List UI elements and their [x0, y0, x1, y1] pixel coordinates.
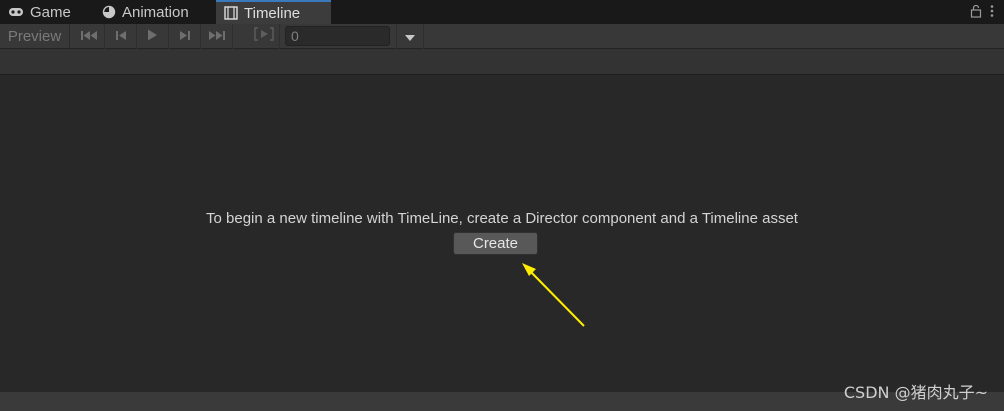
create-button[interactable]: Create	[453, 232, 538, 255]
annotation-arrow-icon	[522, 263, 585, 327]
chevron-down-icon	[405, 28, 415, 46]
tab-animation-label: Animation	[122, 3, 189, 21]
timeline-header-bar	[0, 49, 1004, 75]
timeline-toolbar: Preview 0	[0, 24, 1004, 49]
step-forward-icon	[179, 28, 191, 46]
kebab-menu-icon[interactable]	[990, 4, 994, 23]
tab-timeline-label: Timeline	[244, 4, 301, 22]
tab-game-label: Game	[30, 3, 71, 21]
watermark-text: CSDN @猪肉丸子~	[843, 383, 988, 402]
timeline-options-dropdown[interactable]	[396, 24, 424, 49]
lock-icon[interactable]	[970, 4, 982, 23]
previous-frame-button[interactable]	[105, 24, 137, 49]
step-back-icon	[115, 28, 127, 46]
play-range-button[interactable]	[248, 24, 280, 49]
tab-bar: Game Animation Timeline	[0, 0, 1004, 24]
gamepad-icon	[8, 6, 24, 18]
skip-to-end-icon	[208, 28, 226, 46]
play-button[interactable]	[137, 24, 169, 49]
tab-animation[interactable]: Animation	[88, 0, 216, 24]
tab-bar-controls	[970, 4, 994, 23]
tab-game[interactable]: Game	[0, 0, 88, 24]
timeline-content-area: To begin a new timeline with TimeLine, c…	[0, 75, 1004, 392]
play-icon	[147, 28, 158, 46]
empty-timeline-message: To begin a new timeline with TimeLine, c…	[206, 210, 798, 227]
skip-to-start-icon	[80, 28, 98, 46]
play-range-icon	[253, 27, 274, 46]
film-icon	[224, 6, 238, 20]
current-frame-field[interactable]: 0	[285, 26, 390, 46]
preview-button[interactable]: Preview	[0, 24, 70, 49]
go-to-start-button[interactable]	[73, 24, 105, 49]
timeline-window: Game Animation Timeline Preview 0 To beg…	[0, 0, 1004, 411]
tab-timeline[interactable]: Timeline	[216, 0, 331, 24]
next-frame-button[interactable]	[169, 24, 201, 49]
clock-icon	[102, 5, 116, 19]
go-to-end-button[interactable]	[201, 24, 233, 49]
